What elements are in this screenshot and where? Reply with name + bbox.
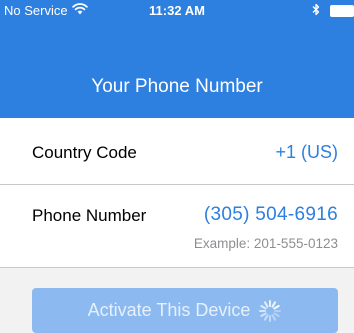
status-time: 11:32 AM: [149, 3, 205, 18]
phone-number-input[interactable]: (305) 504-6916: [204, 204, 338, 226]
country-code-label: Country Code: [32, 143, 137, 162]
country-code-value[interactable]: +1 (US): [275, 142, 338, 163]
phone-number-row[interactable]: Phone Number (305) 504-6916 Example: 201…: [0, 185, 354, 267]
battery-icon: [330, 5, 354, 17]
header: No Service 11:32 AM Your Phone Number: [0, 0, 354, 118]
divider: [0, 267, 354, 268]
bluetooth-icon: [312, 3, 320, 19]
country-code-row[interactable]: Country Code +1 (US): [0, 118, 354, 184]
spinner-icon: [258, 299, 282, 323]
status-bar: No Service 11:32 AM: [0, 0, 354, 22]
activate-button-label: Activate This Device: [87, 300, 251, 320]
phone-number-label: Phone Number: [32, 206, 147, 225]
page-title: Your Phone Number: [91, 76, 263, 97]
status-right: [312, 3, 354, 19]
phone-example-hint: Example: 201-555-0123: [193, 236, 338, 251]
activate-device-button[interactable]: Activate This Device: [32, 288, 338, 333]
